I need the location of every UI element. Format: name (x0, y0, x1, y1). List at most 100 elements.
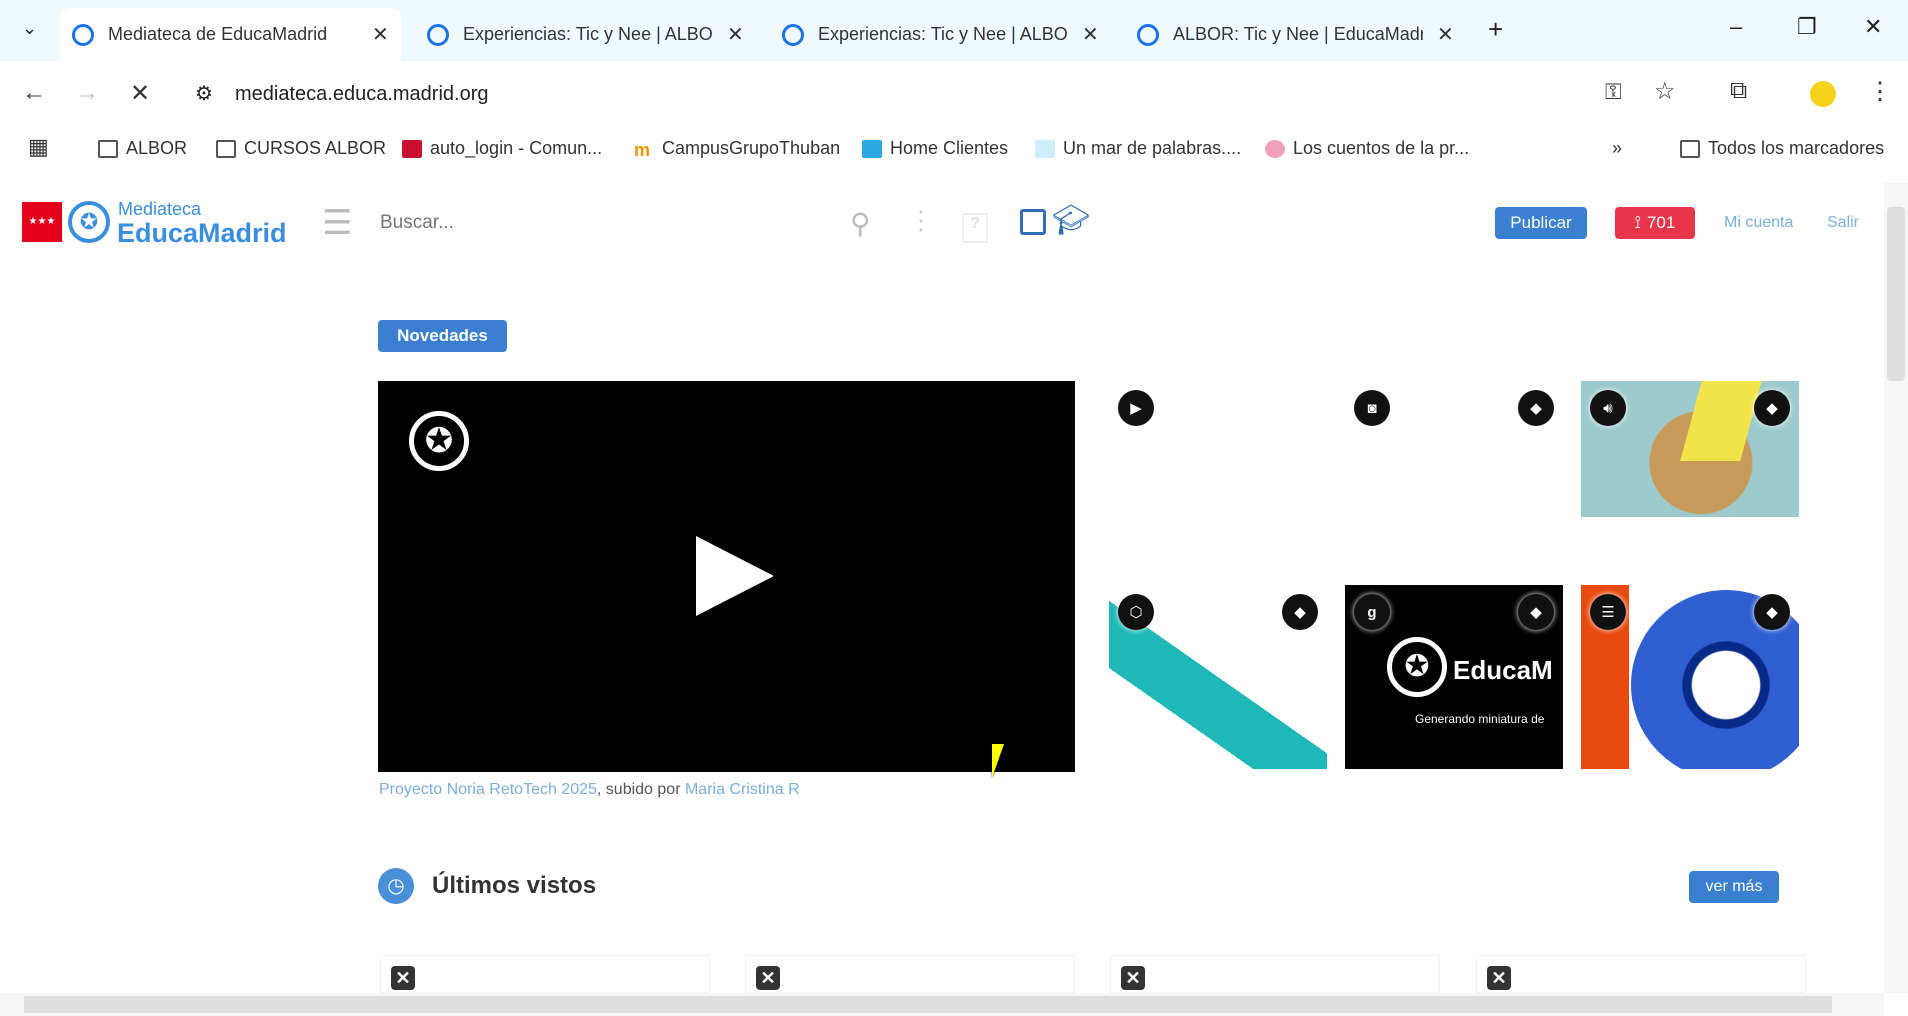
cloud-icon (1035, 139, 1055, 158)
broken-image-icon: ✕ (1121, 966, 1145, 990)
recent-section-title: Últimos vistos (432, 872, 597, 899)
publish-button[interactable]: Publicar (1495, 207, 1587, 239)
my-account-link[interactable]: Mi cuenta (1724, 214, 1793, 232)
layout-toggle-icon[interactable] (1020, 209, 1046, 235)
category-cap-icon: ◆ (1754, 390, 1790, 426)
site-settings-icon[interactable]: ⚙ (195, 81, 213, 106)
favicon-icon (427, 23, 449, 46)
address-bar[interactable]: ⚙ mediateca.educa.madrid.org (185, 69, 1585, 119)
favicon-icon (782, 23, 804, 46)
search-icon[interactable]: ⚲ (850, 207, 871, 240)
extensions-icon[interactable]: ⧉ (1730, 77, 1747, 105)
tab-1[interactable]: Experiencias: Tic y Nee | ALBOR ✕ (415, 8, 756, 61)
back-button[interactable]: ← (22, 79, 46, 107)
see-more-button[interactable]: ver más (1689, 871, 1779, 903)
video-type-icon: ▶ (1118, 390, 1154, 426)
all-bookmarks[interactable]: Todos los marcadores (1680, 138, 1884, 159)
media-tile-image[interactable]: ◙ ◆ (1345, 381, 1563, 517)
novedades-badge[interactable]: Novedades (378, 320, 507, 352)
favicon-icon (72, 23, 94, 46)
close-window-button[interactable]: ✕ (1864, 14, 1882, 40)
media-tile-audio[interactable]: 🔊︎ ◆ (1581, 381, 1799, 517)
bookmark-star-icon[interactable]: ☆ (1654, 77, 1676, 106)
tab-bar: ⌄ Mediateca de EducaMadrid ✕ Experiencias… (0, 0, 1908, 61)
educamadrid-star-icon: ✪ (68, 201, 110, 243)
restore-button[interactable]: ❐ (1797, 14, 1817, 40)
folder-icon (1680, 139, 1700, 158)
moodle-icon: m (634, 139, 651, 160)
bookmark-cursos-albor[interactable]: CURSOS ALBOR (216, 138, 386, 159)
logo-text-bottom[interactable]: EducaMadrid (117, 218, 287, 249)
password-key-icon[interactable]: ⚿ (1605, 79, 1622, 105)
folder-icon (98, 139, 118, 158)
logout-link[interactable]: Salir (1827, 214, 1859, 232)
cube-type-icon: ⬡ (1118, 594, 1154, 630)
featured-video-player[interactable]: ✪ (378, 381, 1075, 772)
tab-0[interactable]: Mediateca de EducaMadrid ✕ (60, 8, 401, 61)
close-tab-icon[interactable]: ✕ (727, 22, 744, 47)
menu-kebab-icon[interactable]: ⋮ (1868, 77, 1892, 106)
camera-type-icon: ◙ (1354, 390, 1390, 426)
play-icon[interactable] (696, 536, 774, 616)
recent-card[interactable]: ✕ (745, 955, 1075, 993)
forward-button[interactable]: → (75, 79, 99, 107)
media-tile-3d[interactable]: ⬡ ◆ (1109, 585, 1327, 769)
media-tile-document[interactable]: ☰ ◆ (1581, 585, 1799, 769)
help-icon[interactable]: ? (962, 213, 988, 243)
a-icon (862, 139, 882, 158)
thumbnail-hair (1680, 381, 1762, 461)
close-tab-icon[interactable]: ✕ (372, 22, 389, 47)
audio-type-icon: 🔊︎ (1590, 390, 1626, 426)
media-tile-video[interactable]: ▶ (1109, 381, 1327, 517)
site-header: ★★★ ✪ Mediateca EducaMadrid ☰ ⚲ ⋮ ? 🎓︎ P… (0, 183, 1880, 263)
tab-2[interactable]: Experiencias: Tic y Nee | ALBOR ✕ (770, 8, 1111, 61)
video-title-link[interactable]: Proyecto Noria RetoTech 2025 (379, 781, 597, 798)
stop-button[interactable]: ✕ (130, 79, 150, 108)
hamburger-menu-icon[interactable]: ☰ (322, 203, 352, 243)
new-tab-button[interactable]: + (1488, 14, 1503, 45)
profile-avatar[interactable] (1810, 81, 1836, 107)
educamadrid-watermark-icon: ✪ (409, 411, 469, 471)
comunidad-icon (402, 139, 422, 158)
bookmark-campus[interactable]: m CampusGrupoThuban (634, 138, 840, 160)
more-bookmarks-icon[interactable]: » (1612, 138, 1622, 159)
author-link[interactable]: Maria Cristina R (685, 781, 800, 798)
close-tab-icon[interactable]: ✕ (1437, 22, 1454, 47)
list-type-icon: ☰ (1590, 594, 1626, 630)
category-cap-icon: ◆ (1518, 390, 1554, 426)
broken-image-icon: ✕ (1487, 966, 1511, 990)
vertical-scroll-thumb[interactable] (1887, 207, 1905, 381)
broken-image-icon: ✕ (391, 966, 415, 990)
minimize-button[interactable]: – (1730, 14, 1742, 40)
horizontal-scroll-thumb[interactable] (24, 996, 1832, 1013)
tab-3[interactable]: ALBOR: Tic y Nee | EducaMadrid ✕ (1125, 8, 1466, 61)
bookmark-home-clientes[interactable]: Home Clientes (862, 138, 1008, 159)
recent-card[interactable]: ✕ (1476, 955, 1806, 993)
apps-grid-icon[interactable]: ▦ (28, 134, 49, 160)
mouse-cursor (992, 744, 1004, 778)
rss-icon: ⟟ (1634, 213, 1641, 232)
horizontal-scrollbar[interactable] (0, 993, 1884, 1016)
broken-image-icon: ✕ (756, 966, 780, 990)
recent-card[interactable]: ✕ (380, 955, 710, 993)
category-cap-icon: ◆ (1282, 594, 1318, 630)
recent-card[interactable]: ✕ (1110, 955, 1440, 993)
vertical-scrollbar[interactable] (1884, 183, 1908, 993)
tab-list-chevron-icon[interactable]: ⌄ (22, 18, 37, 39)
graduation-cap-icon[interactable]: 🎓︎ (1052, 203, 1090, 238)
more-options-icon[interactable]: ⋮ (908, 205, 934, 236)
folder-icon (216, 139, 236, 158)
video-caption: Proyecto Noria RetoTech 2025, subido por… (379, 781, 800, 798)
search-input[interactable] (380, 205, 830, 241)
bookmark-mar-palabras[interactable]: Un mar de palabras.... (1035, 138, 1241, 159)
rss-button[interactable]: ⟟ 701 (1615, 207, 1695, 239)
bookmark-auto-login[interactable]: auto_login - Comun... (402, 138, 602, 159)
bookmark-albor[interactable]: ALBOR (98, 138, 187, 159)
educamadrid-star-icon: ✪ (1387, 637, 1447, 697)
media-tile-generating[interactable]: g ◆ ✪ EducaM Generando miniatura de (1345, 585, 1563, 769)
close-tab-icon[interactable]: ✕ (1082, 22, 1099, 47)
category-cap-icon: ◆ (1754, 594, 1790, 630)
clock-icon: ◷ (378, 868, 414, 904)
heart-icon (1265, 139, 1285, 158)
bookmark-cuentos[interactable]: Los cuentos de la pr... (1265, 138, 1469, 159)
